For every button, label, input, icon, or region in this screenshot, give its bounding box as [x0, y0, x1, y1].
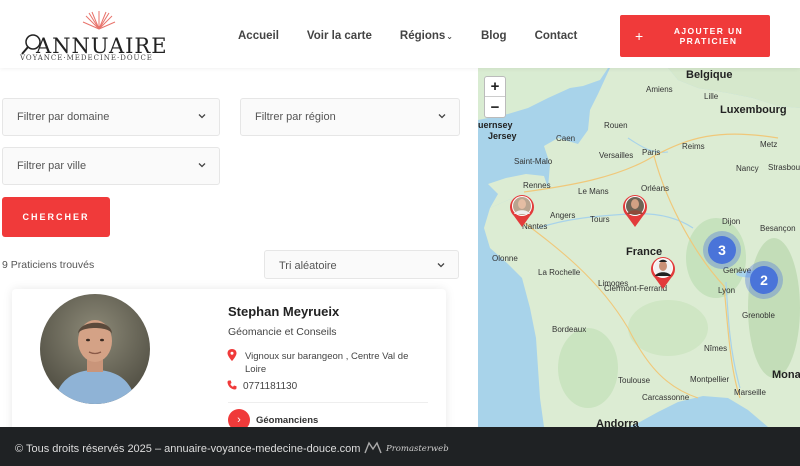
map-label-luxembourg: Luxembourg: [720, 104, 787, 116]
map-label-bordeaux: Bordeaux: [552, 325, 587, 334]
map-label-montpellier: Montpellier: [690, 375, 730, 384]
map-label-toulouse: Toulouse: [618, 376, 651, 385]
domain-filter-select[interactable]: Filtrer par domaine: [2, 98, 220, 136]
map-label-la-rochelle: La Rochelle: [538, 268, 581, 277]
chevron-down-icon: ⌄: [446, 32, 453, 41]
map-label-andorra: Andorra: [596, 418, 639, 427]
chevron-down-icon: [437, 263, 445, 268]
cluster-count: 3: [708, 236, 736, 264]
domain-filter-label: Filtrer par domaine: [17, 111, 110, 123]
city-filter-label: Filtrer par ville: [17, 160, 87, 172]
zoom-in-button[interactable]: +: [485, 77, 505, 97]
map-zoom-control: + −: [484, 76, 506, 118]
region-filter-select[interactable]: Filtrer par région: [240, 98, 460, 136]
phone-icon: [227, 380, 237, 390]
practitioner-name[interactable]: Stephan Meyrueix: [228, 304, 339, 319]
map-cluster-marker[interactable]: 2: [745, 261, 783, 299]
map-label-versailles: Versailles: [599, 151, 634, 160]
map-label-amiens: Amiens: [646, 85, 673, 94]
chevron-down-icon: [198, 114, 206, 119]
add-practitioner-button[interactable]: + AJOUTER UN PRATICIEN: [620, 15, 770, 57]
nav-voir-la-carte[interactable]: Voir la carte: [307, 30, 372, 42]
map-label-belgique: Belgique: [686, 69, 733, 81]
practitioner-photo: [40, 294, 150, 404]
map-label-tours: Tours: [590, 215, 610, 224]
map-label-caen: Caen: [556, 134, 576, 143]
site-header: ANNUAIRE VOYANCE·MEDECINE·DOUCE Accueil …: [0, 0, 800, 68]
nav-contact[interactable]: Contact: [535, 30, 578, 42]
map-label-angers: Angers: [550, 211, 576, 220]
map-label-grenoble: Grenoble: [742, 311, 775, 320]
map-label-dijon: Dijon: [722, 217, 741, 226]
practitioner-avatar[interactable]: [40, 294, 150, 404]
plus-icon: +: [635, 28, 644, 44]
map-label-guernsey: uernsey: [478, 120, 513, 130]
map-cluster-marker[interactable]: 3: [703, 231, 741, 269]
map-label-jersey: Jersey: [488, 131, 517, 141]
map-label-metz: Metz: [760, 140, 778, 149]
promasterweb-logo-icon: [364, 441, 382, 454]
practitioner-specialty: Géomancie et Conseils: [228, 326, 337, 338]
footer-brand[interactable]: Promasterweb: [386, 444, 449, 454]
sun-rays-icon: [82, 11, 116, 30]
cluster-count: 2: [750, 266, 778, 294]
main-nav: Accueil Voir la carte Régions⌄ Blog Cont…: [238, 30, 605, 42]
nav-blog[interactable]: Blog: [481, 30, 507, 42]
results-count: 9 Praticiens trouvés: [2, 259, 95, 271]
map-label-olonne: Olonne: [492, 254, 518, 263]
map-label-rennes: Rennes: [523, 181, 551, 190]
sort-select[interactable]: Tri aléatoire: [264, 250, 459, 279]
footer-copyright: © Tous droits réservés 2025 – annuaire-v…: [15, 443, 361, 455]
map-label-marseille: Marseille: [734, 388, 767, 397]
practitioner-card[interactable]: Stephan Meyrueix Géomancie et Conseils V…: [12, 289, 446, 439]
practitioner-map-pin[interactable]: [508, 192, 536, 228]
nav-accueil[interactable]: Accueil: [238, 30, 279, 42]
location-pin-icon: [227, 349, 237, 361]
add-practitioner-label: AJOUTER UN PRATICIEN: [673, 26, 744, 46]
map-view[interactable]: + − Belgique Luxembourg France uernsey J…: [478, 68, 800, 427]
divider: [228, 402, 428, 403]
map-label-mona: Mona: [772, 369, 800, 381]
map-label-saint-malo: Saint-Malo: [514, 157, 553, 166]
map-label-carcassonne: Carcassonne: [642, 393, 690, 402]
map-label-rouen: Rouen: [604, 121, 628, 130]
map-label-strasbourg: Strasbourg: [768, 163, 800, 172]
map-label-le-mans: Le Mans: [578, 187, 609, 196]
map-label-paris: Paris: [642, 148, 661, 157]
practitioner-category[interactable]: Géomanciens: [256, 415, 318, 426]
site-footer: © Tous droits réservés 2025 – annuaire-v…: [0, 427, 800, 466]
map-label-nimes: Nîmes: [704, 344, 728, 353]
logo-subtitle: VOYANCE·MEDECINE·DOUCE: [20, 54, 153, 62]
region-filter-label: Filtrer par région: [255, 111, 336, 123]
practitioner-map-pin[interactable]: [621, 192, 649, 228]
practitioner-phone[interactable]: 0771181130: [243, 381, 297, 392]
chevron-down-icon: [198, 163, 206, 168]
site-logo[interactable]: ANNUAIRE VOYANCE·MEDECINE·DOUCE: [18, 10, 168, 62]
search-button[interactable]: CHERCHER: [2, 197, 110, 237]
map-label-nancy: Nancy: [736, 164, 759, 173]
map-label-lyon: Lyon: [718, 286, 736, 295]
nav-regions[interactable]: Régions⌄: [400, 30, 453, 42]
city-filter-select[interactable]: Filtrer par ville: [2, 147, 220, 185]
map-label-lille: Lille: [704, 92, 719, 101]
practitioner-location: Vignoux sur barangeon , Centre Val de Lo…: [245, 351, 409, 375]
zoom-out-button[interactable]: −: [485, 97, 505, 117]
nav-regions-label: Régions: [399, 30, 446, 42]
map-label-reims: Reims: [682, 142, 705, 151]
map-label-besancon: Besançon: [760, 224, 796, 233]
chevron-down-icon: [438, 114, 446, 119]
sort-label: Tri aléatoire: [279, 260, 337, 272]
practitioner-map-pin[interactable]: [649, 254, 677, 290]
